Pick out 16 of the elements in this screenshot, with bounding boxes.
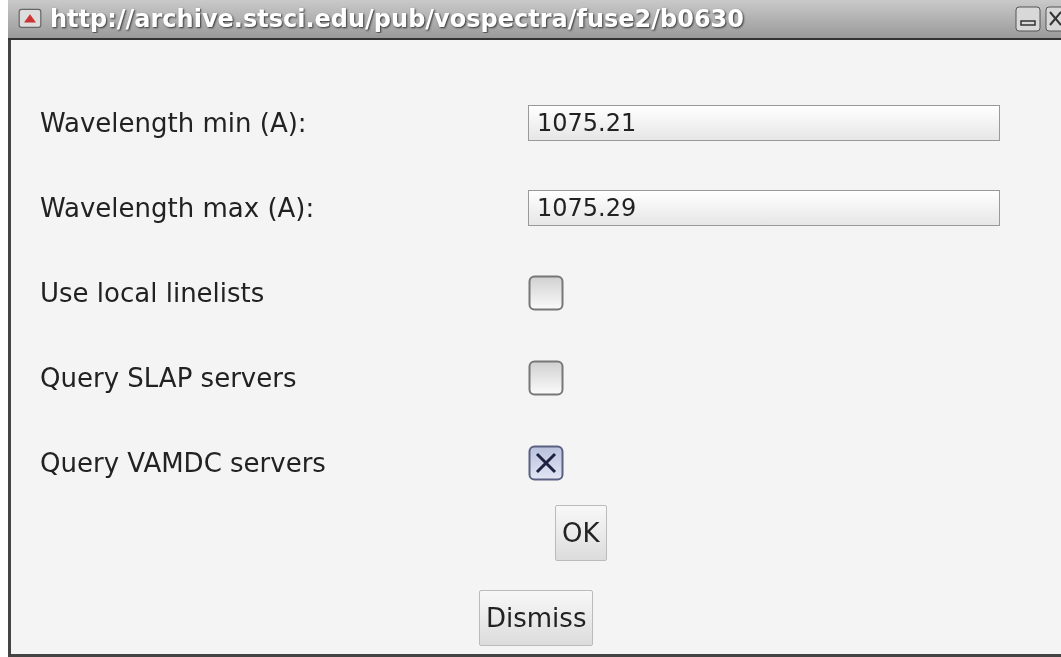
checkbox[interactable] [528, 444, 564, 481]
field-label: Wavelength max (A): [39, 192, 316, 223]
input-field[interactable]: 1075.21 [528, 104, 1000, 141]
field-label: Wavelength min (A): [39, 107, 308, 138]
checkbox[interactable] [528, 359, 564, 396]
window-title: http://archive.stsci.edu/pub/vospectra/fuse2/b0630 [50, 5, 745, 33]
ok-button[interactable]: OK [555, 505, 607, 561]
option-label: Query SLAP servers [39, 362, 298, 393]
option-label: Use local linelists [39, 277, 266, 308]
dismiss-button[interactable]: Dismiss [479, 590, 594, 646]
input-field[interactable]: 1075.29 [528, 189, 1000, 226]
window-icon [18, 7, 42, 31]
checkbox[interactable] [528, 274, 564, 311]
close-icon[interactable] [1045, 6, 1061, 32]
option-label: Query VAMDC servers [39, 447, 327, 478]
minimize-icon[interactable] [1015, 6, 1041, 32]
